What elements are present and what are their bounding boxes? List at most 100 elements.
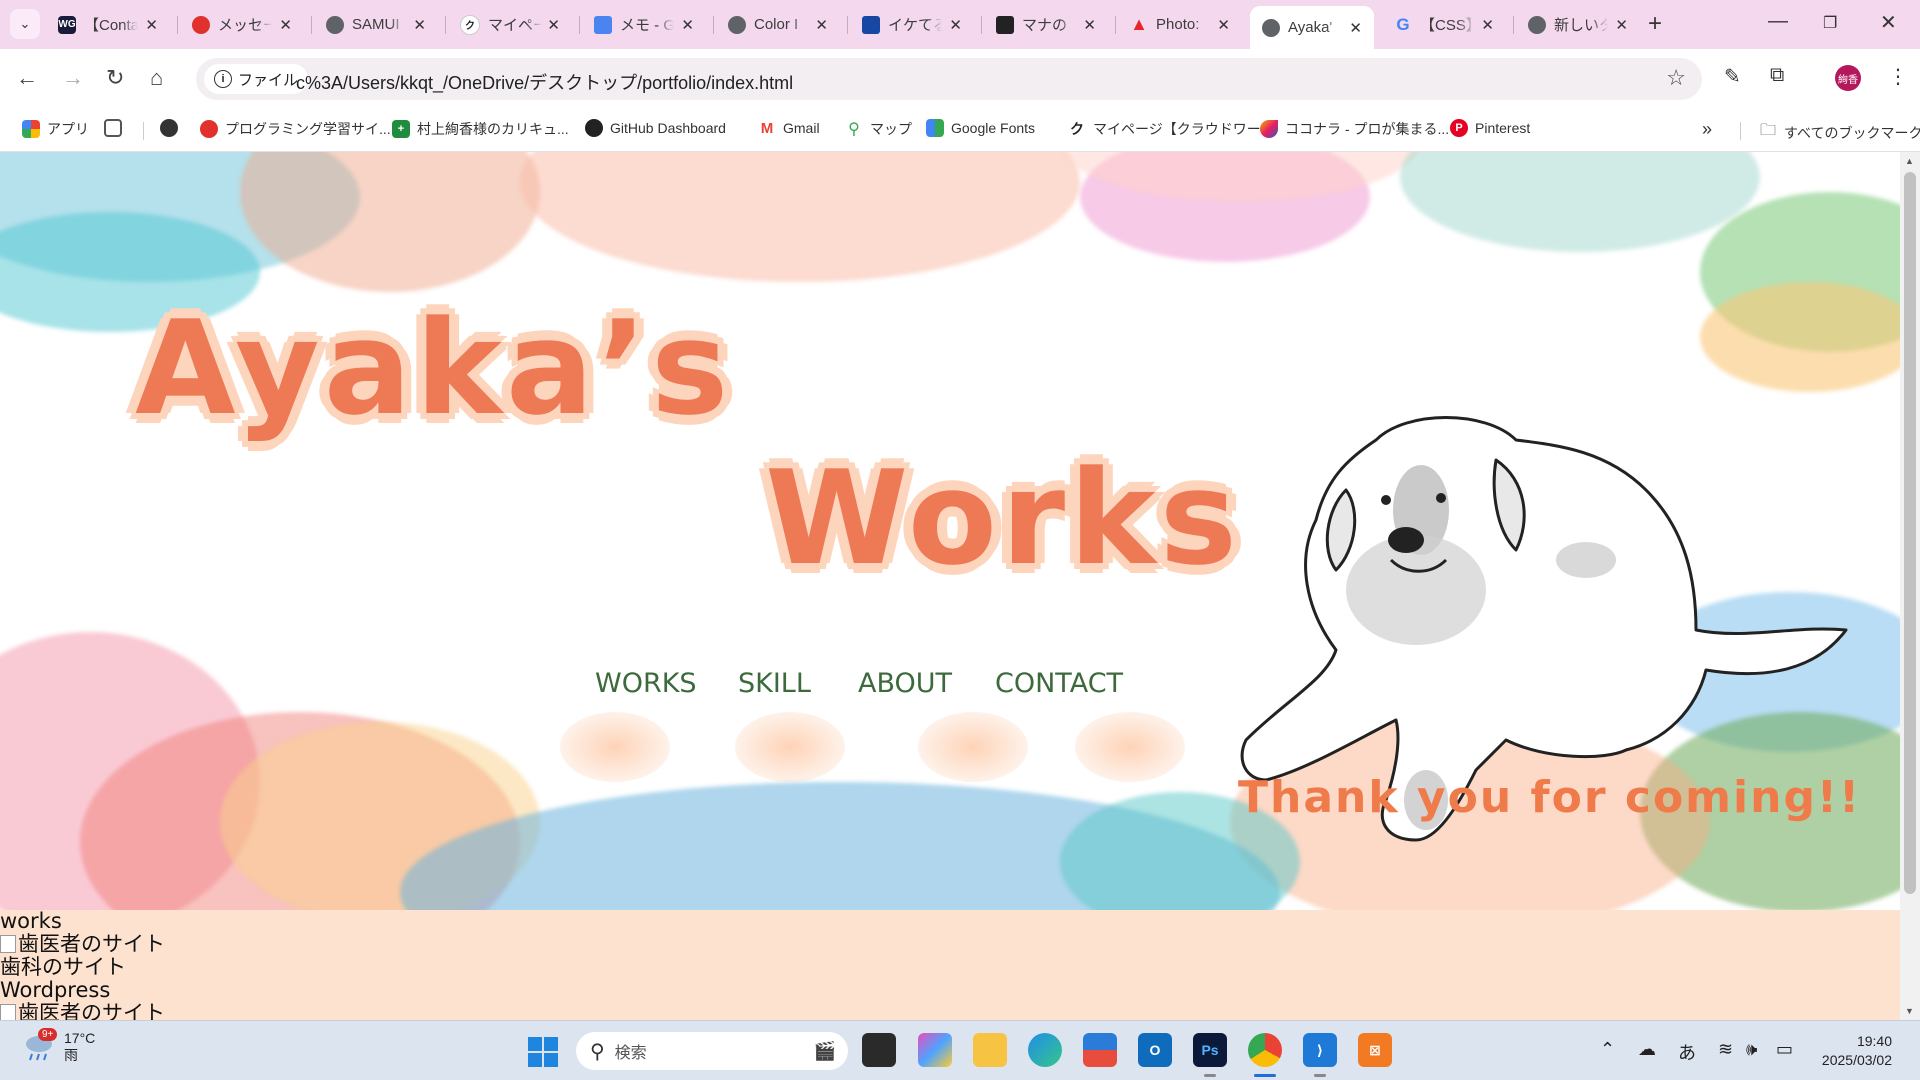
battery-icon[interactable]: ▭ (1776, 1039, 1793, 1060)
bookmark-globe[interactable] (160, 119, 185, 137)
photoshop-icon[interactable]: Ps (1193, 1033, 1227, 1067)
close-icon[interactable]: ✕ (413, 16, 426, 34)
url-text[interactable]: c%3A/Users/kkqt_/OneDrive/デスクトップ/portfol… (296, 69, 793, 95)
weather-desc: 雨 (64, 1047, 78, 1063)
pinterest-icon: P (1450, 119, 1468, 137)
tab-color[interactable]: Color I ✕ (716, 6, 840, 43)
volume-icon[interactable]: 🕪 (1746, 1039, 1757, 1060)
tab-title: Ayaka' (1288, 19, 1333, 36)
back-arrow-icon[interactable]: ← (16, 65, 38, 91)
nav-contact-link[interactable]: CONTACT (995, 668, 1123, 699)
bookmark-gmail[interactable]: M Gmail (758, 119, 820, 137)
all-bookmarks[interactable]: 🗀 すべてのブックマーク (1760, 119, 1920, 146)
close-icon[interactable]: ✕ (1481, 16, 1494, 34)
tab-photo[interactable]: ▲ Photo: ✕ (1118, 6, 1242, 43)
onedrive-cloud-icon[interactable]: ☁ (1638, 1039, 1656, 1060)
paint-brush-icon[interactable]: ✎ (1724, 64, 1741, 89)
tab-newtab[interactable]: 新しいタ ✕ (1516, 6, 1640, 43)
close-icon[interactable]: ✕ (815, 16, 828, 34)
bookmark-label: Pinterest (1475, 120, 1531, 136)
page-scrollbar[interactable]: ▲ ▼ (1900, 152, 1920, 1020)
crowdworks-favicon-icon: ク (460, 14, 480, 35)
minimize-icon[interactable]: — (1768, 10, 1788, 33)
tab-memo[interactable]: メモ - G ✕ (582, 6, 706, 43)
profile-avatar[interactable]: 絢香 (1835, 65, 1861, 91)
vscode-icon[interactable]: ⟩ (1303, 1033, 1337, 1067)
close-icon[interactable]: ✕ (1083, 16, 1096, 34)
bookmark-curriculum[interactable]: + 村上絢香様のカリキュ... (392, 119, 569, 139)
bookmark-maps[interactable]: ⚲ マップ (845, 119, 912, 139)
work-image-broken[interactable]: 歯医者のサイト (0, 1002, 900, 1020)
reload-icon[interactable]: ↻ (106, 65, 124, 91)
tab-iketeru[interactable]: イケてる ✕ (850, 6, 974, 43)
close-icon[interactable]: ✕ (1349, 19, 1362, 37)
system-clock[interactable]: 19:40 2025/03/02 (1806, 1032, 1892, 1070)
windows-start-icon[interactable] (528, 1037, 558, 1067)
scroll-down-icon[interactable]: ▼ (1905, 1006, 1914, 1016)
forward-arrow-icon[interactable]: → (62, 65, 84, 91)
tab-contact[interactable]: WG 【Conta ✕ (46, 6, 170, 43)
site-info-chip[interactable]: i ファイル (204, 64, 309, 94)
xampp-icon[interactable]: ⊠ (1358, 1033, 1392, 1067)
tab-css[interactable]: G 【CSS】 ✕ (1382, 6, 1506, 43)
grid-icon (104, 119, 122, 137)
close-icon[interactable]: ✕ (681, 16, 694, 34)
tab-ayaka-active[interactable]: Ayaka' ✕ (1250, 6, 1374, 49)
tab-mana[interactable]: マナの ✕ (984, 6, 1108, 43)
map-pin-icon: ⚲ (845, 120, 863, 138)
bookmark-coconala[interactable]: ココナラ - プロが集まる... (1260, 119, 1449, 139)
wifi-icon[interactable]: ≋ (1718, 1039, 1733, 1060)
file-explorer-icon[interactable] (973, 1033, 1007, 1067)
tab-search-button[interactable]: ⌄ (10, 9, 40, 39)
task-view-icon[interactable] (862, 1033, 896, 1067)
scrollbar-thumb[interactable] (1904, 172, 1916, 894)
close-icon[interactable]: ✕ (1615, 16, 1628, 34)
work-image-broken[interactable]: 歯医者のサイト (0, 933, 900, 956)
menu-kebab-icon[interactable]: ⋮ (1888, 64, 1908, 89)
bookmark-apps[interactable]: アプリ (22, 119, 89, 139)
bookmark-grid[interactable] (104, 119, 129, 137)
outlook-icon[interactable]: O (1138, 1033, 1172, 1067)
ime-indicator[interactable]: あ (1678, 1039, 1696, 1065)
edge-icon[interactable] (1028, 1033, 1062, 1067)
close-icon[interactable]: ✕ (279, 16, 292, 34)
nav-about-link[interactable]: ABOUT (858, 668, 952, 699)
tab-separator (1115, 16, 1116, 34)
extensions-puzzle-icon[interactable]: ⧉ (1770, 64, 1784, 87)
bookmark-programming[interactable]: プログラミング学習サイ... (200, 119, 391, 139)
bookmark-google-fonts[interactable]: Google Fonts (926, 119, 1035, 137)
bookmark-crowdworks[interactable]: ク マイページ【クラウドワー... (1068, 119, 1272, 139)
windows-taskbar: 9+ 17°C 雨 ⚲ 検索 🎬 O Ps ⟩ ⊠ ⌃ ☁ あ ≋ 🕪 ▭ 19… (0, 1020, 1920, 1080)
new-tab-plus-icon[interactable]: + (1648, 10, 1662, 38)
chrome-icon[interactable] (1248, 1033, 1282, 1067)
close-icon[interactable]: ✕ (145, 16, 158, 34)
tab-title: メッセー (218, 17, 272, 34)
bookmark-star-icon[interactable]: ☆ (1666, 65, 1686, 91)
tab-separator (311, 16, 312, 34)
close-icon[interactable]: ✕ (1217, 16, 1230, 34)
home-icon[interactable]: ⌂ (150, 65, 163, 91)
restore-icon[interactable]: ❐ (1823, 13, 1837, 33)
close-icon[interactable]: ✕ (949, 16, 962, 34)
bookmark-label: 村上絢香様のカリキュ... (417, 121, 569, 137)
tray-overflow-icon[interactable]: ⌃ (1600, 1039, 1615, 1060)
weather-widget[interactable]: 9+ 17°C 雨 (22, 1028, 95, 1064)
close-icon[interactable]: ✕ (547, 16, 560, 34)
tab-mypage[interactable]: ク マイペー ✕ (448, 6, 572, 43)
bookmarks-overflow-icon[interactable]: » (1702, 119, 1712, 140)
tab-message[interactable]: メッセー ✕ (180, 6, 304, 43)
chart-favicon-icon (862, 15, 880, 34)
bookmark-github[interactable]: GitHub Dashboard (585, 119, 726, 137)
tab-samurai[interactable]: SAMUI ✕ (314, 6, 438, 43)
copilot-icon[interactable] (918, 1033, 952, 1067)
nav-works-link[interactable]: WORKS (595, 668, 697, 699)
wg-favicon-icon: WG (58, 15, 76, 34)
taskbar-search[interactable]: ⚲ 検索 🎬 (576, 1032, 848, 1070)
address-bar[interactable]: i ファイル c%3A/Users/kkqt_/OneDrive/デスクトップ/… (196, 58, 1702, 100)
window-close-icon[interactable]: ✕ (1880, 10, 1897, 35)
samurai-favicon-icon (200, 120, 218, 138)
bookmark-pinterest[interactable]: P Pinterest (1450, 119, 1530, 137)
nav-skill-link[interactable]: SKILL (738, 668, 811, 699)
scroll-up-icon[interactable]: ▲ (1905, 156, 1914, 166)
store-icon[interactable] (1083, 1033, 1117, 1067)
